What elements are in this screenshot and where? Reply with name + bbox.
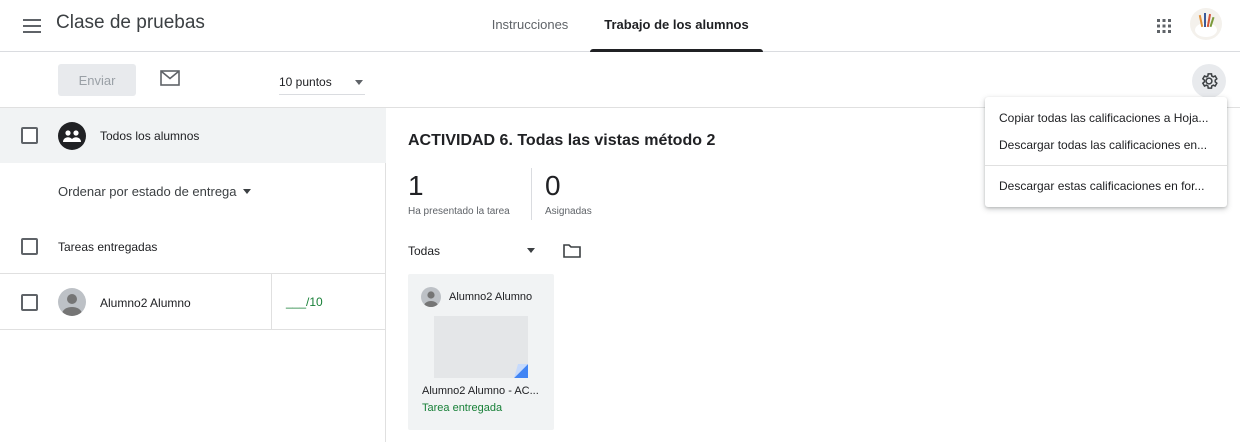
avatar [58,288,86,316]
chevron-down-icon [355,80,363,85]
section-header-turned-in: Tareas entregadas [0,218,386,274]
menu-item-download-all-grades[interactable]: Descargar todas las calificaciones en... [985,131,1227,159]
stat-turned-in-label: Ha presentado la tarea [408,206,510,217]
student-row[interactable]: Alumno2 Alumno ___/10 [0,274,386,330]
stat-turned-in-value: 1 [408,170,424,201]
activity-title: ACTIVIDAD 6. Todas las vistas método 2 [408,132,716,149]
apps-grid-icon[interactable] [1152,14,1176,38]
group-icon [58,122,86,150]
top-app-bar: Clase de pruebas Instrucciones Trabajo d… [0,0,1240,52]
menu-icon[interactable] [18,12,46,40]
chevron-down-icon[interactable] [527,248,535,253]
stat-assigned-value: 0 [545,170,561,201]
tab-student-work[interactable]: Trabajo de los alumnos [590,0,763,52]
menu-divider [985,165,1227,166]
grade-input[interactable]: ___/10 [286,295,323,309]
send-button[interactable]: Enviar [58,64,136,96]
points-select[interactable]: 10 puntos [279,69,365,95]
stat-divider [531,168,532,220]
stat-assigned-label: Asignadas [545,206,592,217]
avatar [421,287,441,307]
points-value: 10 puntos [279,75,332,89]
chevron-down-icon[interactable] [243,189,251,194]
sort-dropdown[interactable]: Ordenar por estado de entrega [58,184,237,199]
all-students-checkbox[interactable] [21,127,38,144]
menu-item-download-these-grades[interactable]: Descargar estas calificaciones en for... [985,172,1227,200]
turned-in-checkbox[interactable] [21,238,38,255]
email-icon[interactable] [160,70,180,86]
all-students-label: Todos los alumnos [100,129,200,143]
all-students-row[interactable]: Todos los alumnos [0,108,386,163]
filter-dropdown[interactable]: Todas [408,244,440,258]
section-label: Tareas entregadas [58,240,158,254]
document-thumbnail[interactable] [434,316,528,378]
menu-item-copy-grades-sheets[interactable]: Copiar todas las calificaciones a Hoja..… [985,104,1227,132]
student-name: Alumno2 Alumno [100,296,191,310]
grades-menu: Copiar todas las calificaciones a Hoja..… [985,97,1227,207]
tab-instructions[interactable]: Instrucciones [470,0,590,52]
card-file-name: Alumno2 Alumno - AC... [422,385,539,397]
document-icon [514,364,528,378]
student-checkbox[interactable] [21,294,38,311]
student-list-panel: Todos los alumnos Ordenar por estado de … [0,108,386,442]
card-student-name: Alumno2 Alumno [449,291,533,303]
class-title[interactable]: Clase de pruebas [56,12,205,34]
grade-cell[interactable]: ___/10 [271,274,386,330]
folder-icon[interactable] [563,243,581,258]
gear-icon[interactable] [1192,64,1226,98]
user-avatar[interactable] [1190,8,1222,40]
card-status: Tarea entregada [422,402,503,414]
submission-card[interactable]: Alumno2 Alumno Alumno2 Alumno - AC... Ta… [408,274,554,430]
